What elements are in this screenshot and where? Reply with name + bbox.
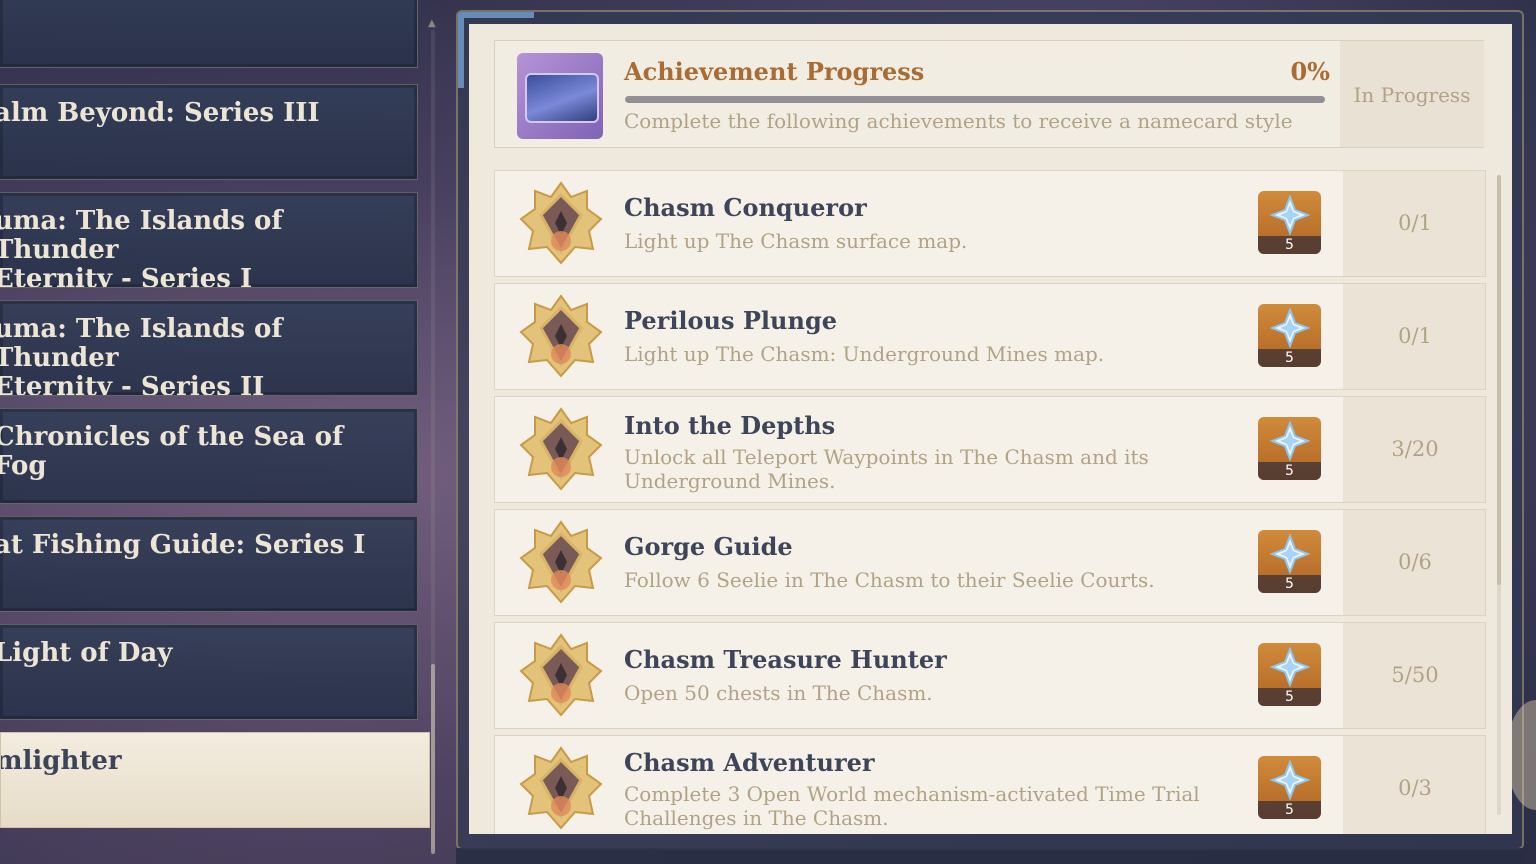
achievement-badge-icon (519, 181, 603, 265)
reward-item[interactable]: 5 (1258, 756, 1321, 819)
category-item[interactable]: Chronicles of the Sea of Fog (0, 408, 418, 504)
reward-item[interactable]: 5 (1258, 643, 1321, 706)
progress-status: In Progress (1353, 83, 1471, 107)
achievement-count: 3/20 (1391, 437, 1439, 461)
achievement-progress-box: Achievement Progress 0% Complete the fol… (494, 40, 1484, 148)
achievement-description: Light up The Chasm surface map. (624, 229, 968, 253)
achievement-description: Unlock all Teleport Waypoints in The Cha… (624, 445, 1149, 493)
achievement-badge-icon (519, 294, 603, 378)
category-label: uma: The Islands of Thunder Eternity - S… (0, 206, 283, 288)
reward-item[interactable]: 5 (1258, 304, 1321, 367)
primogem-icon (1270, 195, 1310, 235)
progress-bar (625, 96, 1325, 103)
achievement-status-zone: 0/1 (1343, 284, 1485, 389)
category-item[interactable]: alm Beyond: Series III (0, 84, 418, 180)
reward-item[interactable]: 5 (1258, 530, 1321, 593)
achievement-badge-icon (519, 746, 603, 830)
category-scrollbar-thumb[interactable] (431, 664, 435, 854)
achievement-status-zone: 3/20 (1343, 397, 1485, 502)
category-label: alm Beyond: Series III (0, 98, 320, 128)
primogem-icon (1270, 647, 1310, 687)
achievement-row[interactable]: Chasm Adventurer Complete 3 Open World m… (494, 735, 1486, 834)
reward-quantity: 5 (1258, 236, 1321, 254)
primogem-icon (1270, 308, 1310, 348)
progress-title: Achievement Progress (624, 57, 925, 86)
category-item[interactable]: Light of Day (0, 624, 418, 720)
achievement-row[interactable]: Gorge Guide Follow 6 Seelie in The Chasm… (494, 509, 1486, 616)
reward-item[interactable]: 5 (1258, 191, 1321, 254)
achievement-title: Chasm Conqueror (624, 193, 867, 222)
category-label: Light of Day (0, 638, 173, 668)
achievement-count: 0/1 (1398, 324, 1432, 348)
reward-quantity: 5 (1258, 575, 1321, 593)
achievement-scrollbar-thumb[interactable] (1497, 175, 1501, 585)
progress-percent: 0% (1290, 57, 1330, 86)
reward-quantity: 5 (1258, 688, 1321, 706)
achievement-status-zone: 0/3 (1343, 736, 1485, 834)
achievement-title: Into the Depths (624, 411, 836, 440)
achievement-badge-icon (519, 633, 603, 717)
achievement-category-list: alm Beyond: Series III uma: The Islands … (0, 0, 432, 864)
achievement-badge-icon (519, 520, 603, 604)
achievement-row[interactable]: Chasm Treasure Hunter Open 50 chests in … (494, 622, 1486, 729)
progress-description: Complete the following achievements to r… (624, 109, 1293, 133)
category-item-selected[interactable]: mlighter (0, 732, 430, 828)
achievement-count: 0/1 (1398, 211, 1432, 235)
achievement-description: Complete 3 Open World mechanism-activate… (624, 782, 1200, 830)
primogem-icon (1270, 760, 1310, 800)
achievement-row[interactable]: Chasm Conqueror Light up The Chasm surfa… (494, 170, 1486, 277)
achievement-title: Perilous Plunge (624, 306, 837, 335)
achievement-description: Light up The Chasm: Underground Mines ma… (624, 342, 1105, 366)
category-label: uma: The Islands of Thunder Eternity - S… (0, 314, 283, 396)
achievement-list: Chasm Conqueror Light up The Chasm surfa… (494, 170, 1494, 834)
reward-quantity: 5 (1258, 462, 1321, 480)
achievement-title: Chasm Treasure Hunter (624, 645, 947, 674)
reward-quantity: 5 (1258, 349, 1321, 367)
achievement-status-zone: 5/50 (1343, 623, 1485, 728)
achievement-status-zone: 0/1 (1343, 171, 1485, 276)
scroll-up-icon[interactable]: ▲ (428, 18, 436, 29)
achievement-row[interactable]: Into the Depths Unlock all Teleport Wayp… (494, 396, 1486, 503)
achievement-badge-icon (519, 407, 603, 491)
reward-quantity: 5 (1258, 801, 1321, 819)
category-item[interactable] (0, 0, 418, 68)
namecard-icon (517, 53, 603, 139)
achievement-count: 0/6 (1398, 550, 1432, 574)
reward-item[interactable]: 5 (1258, 417, 1321, 480)
achievement-description: Follow 6 Seelie in The Chasm to their Se… (624, 568, 1155, 592)
achievement-count: 0/3 (1398, 776, 1432, 800)
category-item[interactable]: uma: The Islands of Thunder Eternity - S… (0, 300, 418, 396)
primogem-icon (1270, 421, 1310, 461)
category-item[interactable]: uma: The Islands of Thunder Eternity - S… (0, 192, 418, 288)
primogem-icon (1270, 534, 1310, 574)
achievement-count: 5/50 (1391, 663, 1439, 687)
achievement-title: Chasm Adventurer (624, 748, 875, 777)
category-label: mlighter (0, 746, 122, 776)
achievement-title: Gorge Guide (624, 532, 793, 561)
panel-bottom-edge (456, 848, 1524, 864)
progress-status-zone: In Progress (1340, 41, 1484, 147)
category-item[interactable]: at Fishing Guide: Series I (0, 516, 418, 612)
category-label: at Fishing Guide: Series I (0, 530, 366, 560)
achievement-row[interactable]: Perilous Plunge Light up The Chasm: Unde… (494, 283, 1486, 390)
achievement-description: Open 50 chests in The Chasm. (624, 681, 933, 705)
achievement-status-zone: 0/6 (1343, 510, 1485, 615)
category-label: Chronicles of the Sea of Fog (0, 422, 344, 481)
achievement-panel: Achievement Progress 0% Complete the fol… (469, 24, 1512, 834)
